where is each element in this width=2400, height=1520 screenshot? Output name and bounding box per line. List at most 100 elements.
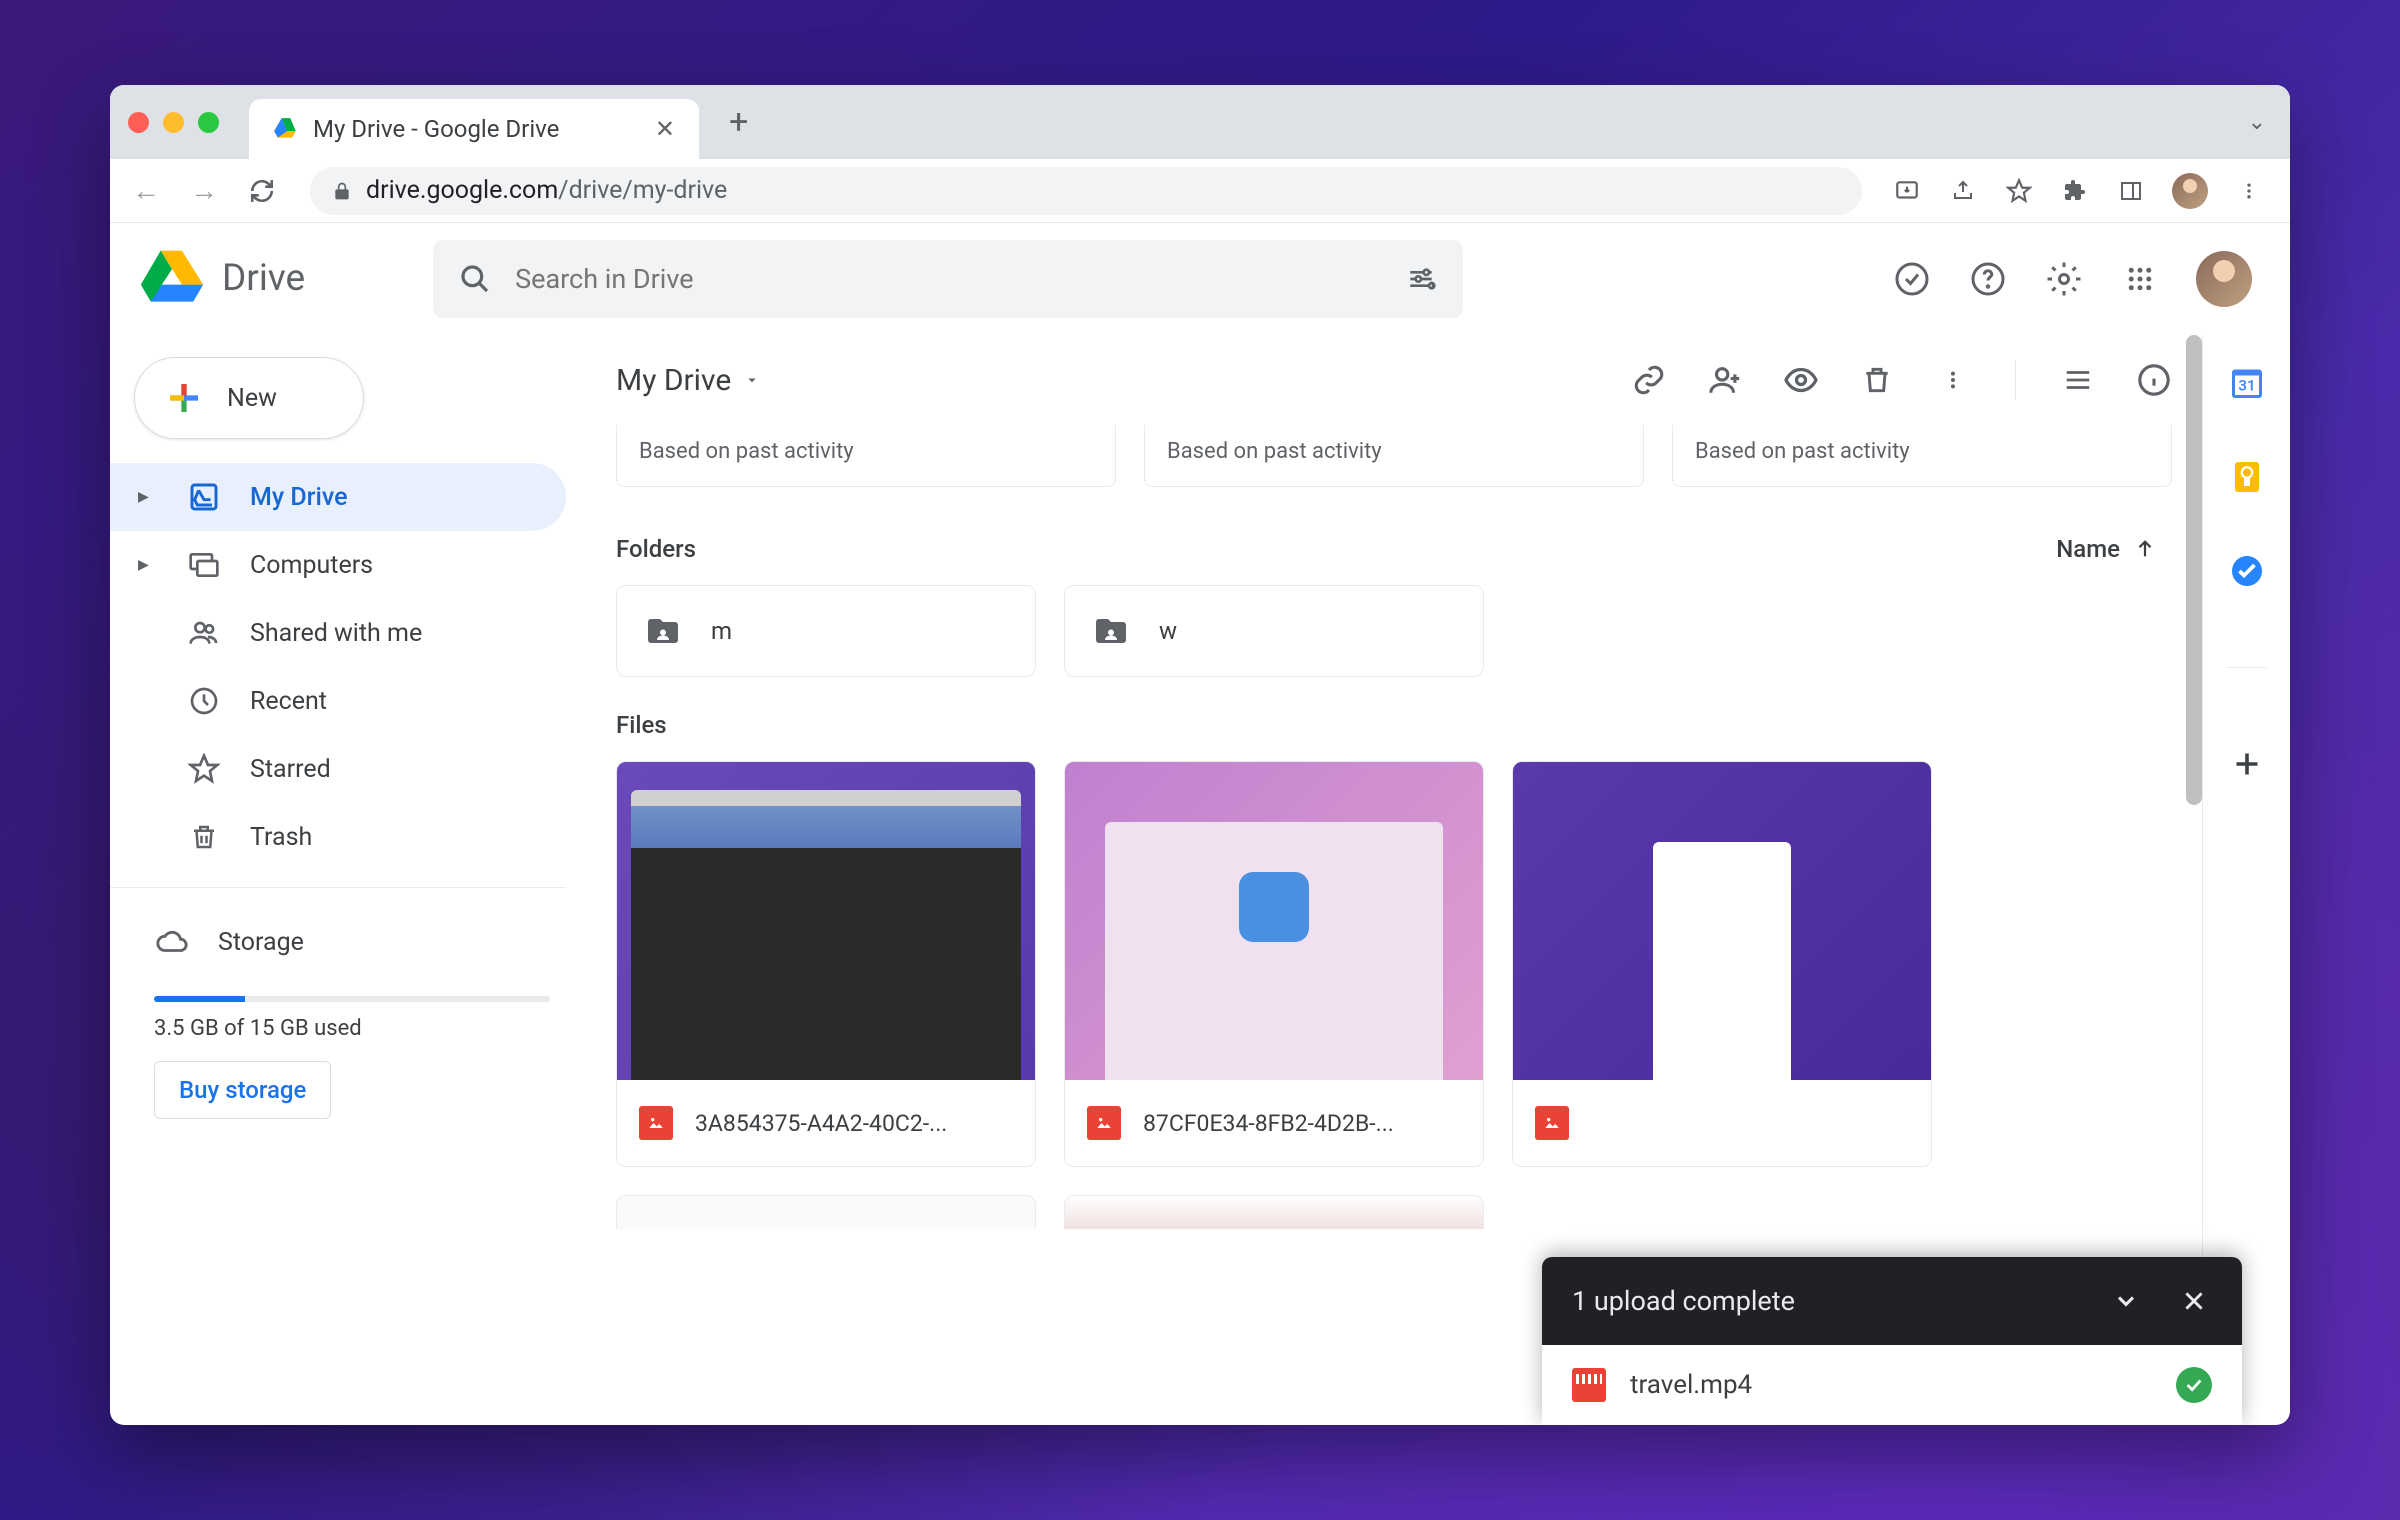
extensions-icon[interactable] <box>2060 176 2090 206</box>
buy-storage-button[interactable]: Buy storage <box>154 1061 331 1119</box>
toast-title: 1 upload complete <box>1572 1285 2076 1317</box>
tab-title: My Drive - Google Drive <box>313 115 641 143</box>
suggestion-card[interactable]: Based on past activity <box>616 425 1116 487</box>
forward-button[interactable]: → <box>186 173 222 209</box>
storage-used-text: 3.5 GB of 15 GB used <box>154 1016 550 1041</box>
tasks-app-icon[interactable] <box>2229 553 2265 589</box>
apps-grid-icon[interactable] <box>2120 259 2160 299</box>
profile-avatar[interactable] <box>2172 173 2208 209</box>
file-item[interactable] <box>1064 1195 1484 1229</box>
image-file-icon <box>1087 1106 1121 1140</box>
browser-titlebar: My Drive - Google Drive ✕ + ⌄ <box>110 85 2290 159</box>
new-button[interactable]: New <box>134 357 364 439</box>
close-toast-icon[interactable] <box>2176 1283 2212 1319</box>
settings-icon[interactable] <box>2044 259 2084 299</box>
folder-item[interactable]: w <box>1064 585 1484 677</box>
video-file-icon <box>1572 1368 1606 1402</box>
suggestion-card[interactable]: Based on past activity <box>1672 425 2172 487</box>
file-item[interactable]: 3A854375-A4A2-40C2-... <box>616 761 1036 1167</box>
calendar-app-icon[interactable]: 31 <box>2229 365 2265 401</box>
shared-folder-icon <box>645 613 681 649</box>
get-link-icon[interactable] <box>1631 362 1667 398</box>
share-person-icon[interactable] <box>1707 362 1743 398</box>
dropdown-icon <box>743 371 761 389</box>
search-icon <box>459 263 491 295</box>
sidebar-item-starred[interactable]: Starred <box>110 735 566 803</box>
app-header: Drive <box>110 223 2290 335</box>
image-file-icon <box>639 1106 673 1140</box>
reload-button[interactable] <box>244 173 280 209</box>
file-thumbnail <box>617 762 1035 1080</box>
more-actions-icon[interactable] <box>1935 362 1971 398</box>
address-bar[interactable]: drive.google.com/drive/my-drive <box>310 167 1862 215</box>
uploaded-file-name: travel.mp4 <box>1630 1370 2152 1400</box>
breadcrumb[interactable]: My Drive <box>616 363 761 398</box>
drive-logo-text: Drive <box>222 257 305 300</box>
sidebar-item-storage[interactable]: Storage <box>154 908 550 976</box>
list-view-icon[interactable] <box>2060 362 2096 398</box>
computers-icon <box>186 547 222 583</box>
minimize-window-button[interactable] <box>163 112 184 133</box>
browser-toolbar: ← → drive.google.com/drive/my-drive <box>110 159 2290 223</box>
close-window-button[interactable] <box>128 112 149 133</box>
file-item[interactable] <box>1512 761 1932 1167</box>
file-item[interactable]: 87CF0E34-8FB2-4D2B-... <box>1064 761 1484 1167</box>
sidebar: New ▶ My Drive ▶ Computers Shared with m… <box>110 335 590 1425</box>
search-bar[interactable] <box>433 240 1463 318</box>
folders-heading: Folders <box>616 535 696 563</box>
url-text: drive.google.com/drive/my-drive <box>366 176 727 205</box>
sidepanel-icon[interactable] <box>2116 176 2146 206</box>
files-heading: Files <box>616 711 667 739</box>
browser-tab[interactable]: My Drive - Google Drive ✕ <box>249 99 699 159</box>
shared-icon <box>186 615 222 651</box>
sidebar-item-recent[interactable]: Recent <box>110 667 566 735</box>
maximize-window-button[interactable] <box>198 112 219 133</box>
storage-progress <box>154 996 550 1002</box>
close-tab-button[interactable]: ✕ <box>655 115 675 143</box>
file-item[interactable] <box>616 1195 1036 1229</box>
sidebar-item-trash[interactable]: Trash <box>110 803 566 871</box>
browser-menu-icon[interactable] <box>2234 176 2264 206</box>
add-addon-icon[interactable] <box>2229 746 2265 782</box>
expand-icon[interactable]: ▶ <box>138 557 158 573</box>
recent-icon <box>186 683 222 719</box>
support-icon[interactable] <box>1968 259 2008 299</box>
ready-offline-icon[interactable] <box>1892 259 1932 299</box>
folder-item[interactable]: m <box>616 585 1036 677</box>
plus-icon <box>163 377 205 419</box>
scrollbar[interactable] <box>2186 335 2202 805</box>
shared-folder-icon <box>1093 613 1129 649</box>
search-input[interactable] <box>515 263 1381 295</box>
window-controls <box>128 112 219 133</box>
suggestion-card[interactable]: Based on past activity <box>1144 425 1644 487</box>
preview-icon[interactable] <box>1783 362 1819 398</box>
cloud-icon <box>154 924 190 960</box>
delete-icon[interactable] <box>1859 362 1895 398</box>
drive-logo[interactable]: Drive <box>138 245 305 313</box>
sort-button[interactable]: Name <box>2056 535 2156 563</box>
back-button[interactable]: ← <box>128 173 164 209</box>
account-avatar[interactable] <box>2196 251 2252 307</box>
star-icon <box>186 751 222 787</box>
lock-icon <box>332 181 352 201</box>
file-thumbnail <box>1065 762 1483 1080</box>
upload-toast: 1 upload complete travel.mp4 <box>1542 1257 2242 1425</box>
new-tab-button[interactable]: + <box>729 102 748 142</box>
sidebar-item-my-drive[interactable]: ▶ My Drive <box>110 463 566 531</box>
drive-favicon <box>273 116 299 142</box>
file-thumbnail <box>1513 762 1931 1080</box>
sort-up-icon <box>2134 538 2156 560</box>
install-app-icon[interactable] <box>1892 176 1922 206</box>
sidebar-item-shared[interactable]: Shared with me <box>110 599 566 667</box>
share-icon[interactable] <box>1948 176 1978 206</box>
tabs-dropdown[interactable]: ⌄ <box>2248 110 2266 135</box>
sidebar-item-computers[interactable]: ▶ Computers <box>110 531 566 599</box>
expand-icon[interactable]: ▶ <box>138 489 158 505</box>
collapse-toast-icon[interactable] <box>2108 1283 2144 1319</box>
image-file-icon <box>1535 1106 1569 1140</box>
search-filter-icon[interactable] <box>1405 263 1437 295</box>
keep-app-icon[interactable] <box>2229 459 2265 495</box>
bookmark-star-icon[interactable] <box>2004 176 2034 206</box>
details-icon[interactable] <box>2136 362 2172 398</box>
content-toolbar: My Drive <box>616 335 2202 425</box>
